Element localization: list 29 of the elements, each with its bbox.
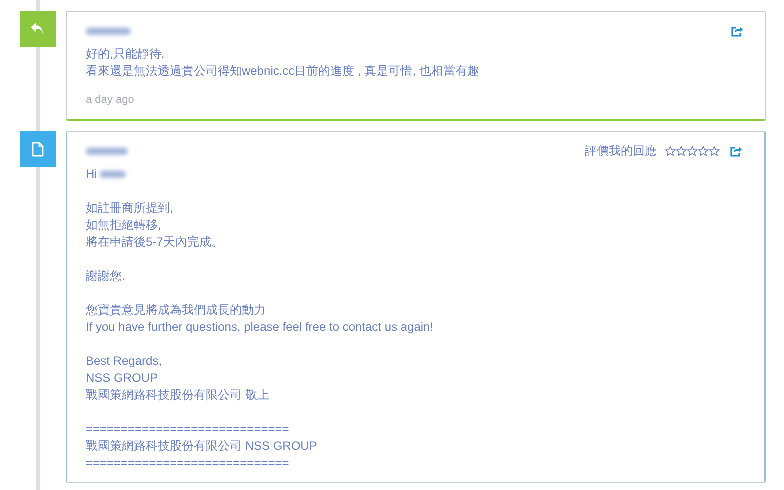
message-line: If you have further questions, please feel free to contact us again! (86, 319, 434, 336)
document-icon (20, 131, 56, 167)
star-icon[interactable] (709, 146, 720, 156)
blurred-name (86, 148, 128, 154)
message-line: 如無拒絕轉移, (86, 217, 162, 234)
timestamp: a day ago (86, 93, 134, 108)
star-icon[interactable] (687, 146, 698, 156)
share-icon[interactable] (730, 146, 742, 156)
message-line: ============================= (86, 421, 290, 438)
greeting-text: Hi (86, 166, 98, 183)
message-line: 如註冊商所提到, (86, 200, 174, 217)
message-line: 戰國策網路科技股份有限公司 敬上 (86, 387, 270, 404)
message-line: 謝謝您. (86, 268, 126, 285)
star-icon[interactable] (676, 146, 687, 156)
star-icon[interactable] (665, 146, 676, 156)
message-line: 將在申請後5-7天內完成。 (86, 234, 224, 251)
blurred-name (86, 28, 131, 34)
message-line: Best Regards, (86, 353, 162, 370)
star-icon[interactable] (698, 146, 709, 156)
message-line: ============================= (86, 455, 290, 472)
message-line: 看來還是無法透過貴公司得知webnic.cc目前的進度 , 真是可惜, 也相當有趣 (86, 63, 480, 80)
reply-icon (20, 11, 56, 47)
message-line: NSS GROUP (86, 370, 158, 387)
share-icon[interactable] (731, 26, 743, 36)
message-line: 戰國策網路科技股份有限公司 NSS GROUP (86, 438, 318, 455)
blurred-name (100, 171, 126, 178)
message-line: 好的,只能靜待. (86, 46, 165, 63)
rating-label: 評價我的回應 (585, 143, 657, 160)
message-line: 您寶貴意見將成為我們成長的動力 (86, 302, 266, 319)
